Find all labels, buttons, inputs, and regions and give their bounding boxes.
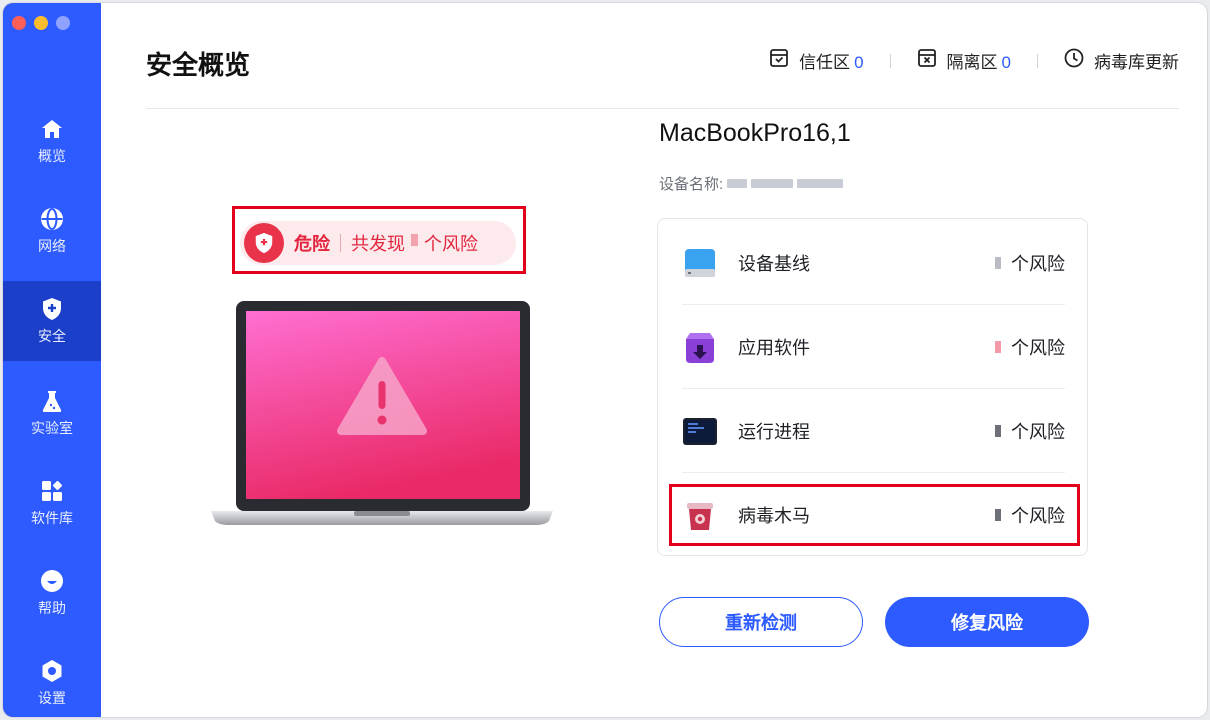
divider	[340, 234, 341, 252]
minimize-window-button[interactable]	[34, 16, 48, 30]
page-title: 安全概览	[146, 50, 251, 80]
sidebar-item-network[interactable]: 网络	[3, 191, 101, 271]
settings-icon	[39, 658, 65, 684]
divider	[1037, 53, 1038, 68]
apps-icon	[39, 478, 65, 504]
risk-row-count: 个风险	[995, 418, 1065, 444]
risk-found-suffix: 个风险	[424, 234, 478, 254]
sidebar-item-label: 概览	[38, 148, 66, 164]
redacted-device-name	[797, 179, 844, 188]
inbox-x-icon	[917, 48, 937, 73]
risk-level-label: 危险	[294, 234, 330, 254]
redacted-count	[411, 234, 418, 246]
risk-row-label: 应用软件	[738, 337, 810, 358]
app-window: 概览 网络 安全 实验室 软件库 帮助 设置 安全概览 信任区 0 隔离区 0 …	[3, 3, 1207, 717]
quarantine-button[interactable]: 隔离区 0	[917, 48, 1011, 73]
risk-count-suffix: 个风险	[1011, 253, 1065, 274]
risk-status-pill: 危险 共发现 个风险	[240, 221, 516, 265]
close-window-button[interactable]	[12, 16, 26, 30]
quarantine-count: 0	[1001, 53, 1011, 72]
globe-icon	[39, 206, 65, 232]
shield-alert-icon	[244, 223, 284, 263]
risk-row-virus-trojan[interactable]: 病毒木马 个风险	[682, 473, 1065, 557]
sidebar-item-label: 安全	[38, 328, 66, 344]
fix-risks-button[interactable]: 修复风险	[885, 597, 1089, 647]
app-download-icon	[682, 329, 718, 365]
device-name-row: 设备名称:	[659, 173, 844, 194]
device-name-label: 设备名称:	[659, 176, 724, 193]
flask-icon	[39, 388, 65, 414]
risk-row-count: 个风险	[995, 502, 1065, 528]
risk-row-processes[interactable]: 运行进程 个风险	[682, 389, 1065, 473]
trust-zone-button[interactable]: 信任区 0	[769, 48, 864, 73]
quarantine-label: 隔离区	[946, 53, 998, 72]
sidebar: 概览 网络 安全 实验室 软件库 帮助 设置	[3, 3, 101, 717]
device-model: MacBookPro16,1	[659, 119, 851, 147]
clock-icon	[1064, 48, 1084, 73]
sidebar-item-label: 设置	[38, 690, 66, 706]
virus-db-update-button[interactable]: 病毒库更新	[1064, 48, 1179, 73]
shield-plus-icon	[39, 296, 65, 322]
divider	[889, 53, 891, 68]
terminal-icon	[682, 413, 718, 449]
window-controls	[12, 16, 70, 30]
risk-found-prefix: 共发现	[351, 234, 405, 254]
trust-zone-label: 信任区	[799, 53, 851, 72]
sidebar-item-help[interactable]: 帮助	[3, 553, 101, 633]
risk-row-label: 设备基线	[738, 253, 810, 274]
help-icon	[39, 568, 65, 594]
risk-count-suffix: 个风险	[1011, 337, 1065, 358]
redacted-count	[995, 424, 1001, 437]
header-actions: 信任区 0 隔离区 0 病毒库更新	[769, 48, 1179, 73]
trust-zone-count: 0	[854, 53, 864, 72]
risk-count-suffix: 个风险	[1011, 506, 1065, 526]
sidebar-item-settings[interactable]: 设置	[3, 643, 101, 717]
risk-row-count: 个风险	[995, 334, 1065, 360]
sidebar-item-software-library[interactable]: 软件库	[3, 463, 101, 543]
laptop-warning-illustration	[209, 299, 555, 536]
redacted-device-name	[727, 179, 748, 188]
redacted-count	[995, 509, 1001, 521]
redacted-device-name	[751, 179, 794, 188]
inbox-check-icon	[769, 48, 789, 73]
sidebar-item-overview[interactable]: 概览	[3, 101, 101, 181]
risk-row-label: 病毒木马	[738, 506, 810, 526]
header-divider	[146, 108, 1179, 109]
home-icon	[39, 116, 65, 142]
sidebar-item-label: 网络	[38, 238, 66, 254]
risk-row-label: 运行进程	[738, 421, 810, 442]
risk-row-applications[interactable]: 应用软件 个风险	[682, 305, 1065, 389]
sidebar-item-label: 帮助	[38, 600, 66, 616]
risk-count-suffix: 个风险	[1011, 421, 1065, 442]
risk-row-count: 个风险	[995, 250, 1065, 276]
risk-row-device-baseline[interactable]: 设备基线 个风险	[682, 221, 1065, 305]
redacted-count	[995, 340, 1001, 353]
sidebar-item-label: 软件库	[31, 510, 73, 526]
sidebar-item-security[interactable]: 安全	[3, 281, 101, 361]
disk-icon	[682, 245, 718, 281]
sidebar-item-lab[interactable]: 实验室	[3, 373, 101, 453]
zoom-window-button[interactable]	[56, 16, 70, 30]
sidebar-item-label: 实验室	[31, 420, 73, 436]
virus-bin-icon	[682, 497, 718, 533]
virus-db-update-label: 病毒库更新	[1094, 53, 1179, 72]
rescan-button[interactable]: 重新检测	[659, 597, 863, 647]
risk-category-card: 设备基线 个风险 应用软件 个风险 运行进程 个风险 病毒木马 个风险	[657, 218, 1088, 556]
redacted-count	[995, 256, 1001, 269]
